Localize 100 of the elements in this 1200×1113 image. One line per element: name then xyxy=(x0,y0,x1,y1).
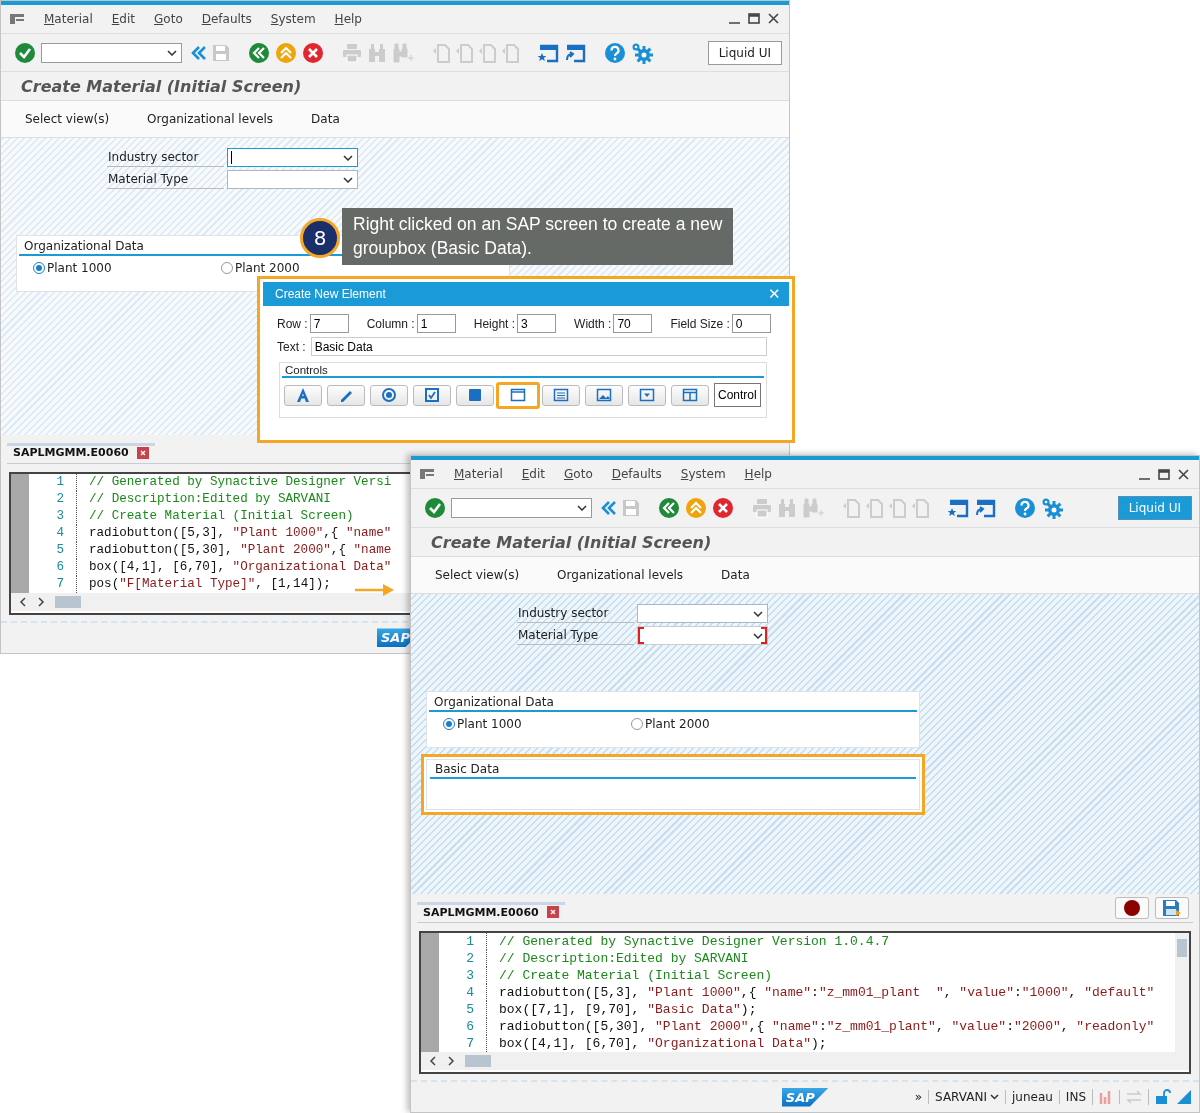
menu-item[interactable]: Defaults xyxy=(611,467,662,481)
menu-item[interactable]: System xyxy=(270,11,316,26)
checkbox-tool-button[interactable] xyxy=(413,384,451,406)
expand-status[interactable]: » xyxy=(914,1090,923,1104)
maximize-icon[interactable] xyxy=(1158,468,1170,480)
toolbar-button[interactable]: Select view(s) xyxy=(425,565,530,585)
command-field[interactable] xyxy=(41,42,182,63)
input-field[interactable]: 3 xyxy=(517,314,557,333)
help-icon[interactable] xyxy=(1014,497,1036,519)
code-line: radiobutton([5,3], "Plant 1000",{ "name" xyxy=(88,526,392,541)
cancel-icon[interactable] xyxy=(712,497,734,519)
screen-title: Create Material (Initial Screen) xyxy=(21,76,302,96)
scroll-right-icon[interactable] xyxy=(37,597,45,607)
file-tab[interactable]: SAPLMGMM.E0060 xyxy=(423,905,539,919)
input-field[interactable]: 7 xyxy=(309,314,349,333)
scroll-left-icon[interactable] xyxy=(429,1056,437,1066)
list-tool-button[interactable] xyxy=(542,384,580,406)
dropdown-field[interactable] xyxy=(227,169,358,189)
groupbox-tool-button[interactable] xyxy=(496,381,540,409)
window-arrow-icon[interactable] xyxy=(564,42,586,63)
code-editor[interactable] xyxy=(419,931,1191,1074)
cancel-icon[interactable] xyxy=(302,41,324,64)
radio-button[interactable]: Plant 2000 xyxy=(631,717,819,731)
caret-icon xyxy=(577,505,587,511)
square-tool-button[interactable] xyxy=(456,384,494,406)
field-label: Height : xyxy=(473,316,516,331)
vertical-scrollbar[interactable] xyxy=(1175,933,1189,1052)
text-input-field[interactable]: Basic Data xyxy=(310,337,767,356)
menu-item[interactable]: Goto xyxy=(154,11,183,26)
liquid-ui-button[interactable]: Liquid UI xyxy=(707,40,782,65)
close-icon[interactable] xyxy=(136,447,149,459)
scrollbar-thumb[interactable] xyxy=(465,1055,491,1067)
control-button[interactable]: Control xyxy=(714,383,761,407)
pen-tool-button[interactable] xyxy=(327,384,365,406)
radio-circle-icon[interactable] xyxy=(33,261,45,274)
unlock-icon[interactable] xyxy=(1148,1089,1171,1105)
window-arrow-icon[interactable] xyxy=(974,498,996,518)
window-star-icon[interactable] xyxy=(537,42,559,63)
menu-item[interactable]: Help xyxy=(334,11,362,26)
record-button[interactable] xyxy=(1115,897,1149,919)
toolbar-button[interactable]: Organizational levels xyxy=(137,108,284,129)
dropdown-field[interactable] xyxy=(637,604,768,623)
list-icon xyxy=(553,387,569,403)
dropdown-field[interactable] xyxy=(227,147,358,167)
save-icon xyxy=(212,43,230,62)
radio-circle-icon[interactable] xyxy=(221,261,233,274)
save-icon xyxy=(622,499,640,517)
settings-icon[interactable] xyxy=(1041,497,1063,519)
back-icon[interactable] xyxy=(248,41,270,64)
toolbar-button[interactable]: Organizational levels xyxy=(547,565,694,585)
double-chevron-icon[interactable] xyxy=(191,44,207,61)
radio-circle-icon[interactable] xyxy=(631,718,643,730)
resize-grip-icon[interactable] xyxy=(1177,1090,1191,1104)
group-title: Organizational Data xyxy=(433,694,555,710)
scroll-left-icon[interactable] xyxy=(19,597,27,607)
menu-icon[interactable] xyxy=(419,468,435,480)
input-mode: INS xyxy=(1058,1090,1086,1104)
page-icon xyxy=(888,498,906,518)
settings-icon[interactable] xyxy=(631,41,653,64)
back-icon[interactable] xyxy=(658,497,680,519)
window-star-icon[interactable] xyxy=(947,498,969,518)
menu-item[interactable]: Edit xyxy=(111,11,135,26)
menu-item[interactable]: Defaults xyxy=(201,11,252,26)
close-icon[interactable] xyxy=(1178,468,1189,480)
radio-button[interactable]: Plant 1000 xyxy=(33,260,221,275)
file-tab[interactable]: SAPLMGMM.E0060 xyxy=(13,446,129,460)
help-icon[interactable] xyxy=(604,41,626,64)
table-tool-button[interactable] xyxy=(671,384,709,406)
system-dropdown[interactable]: SARVANI xyxy=(928,1090,999,1104)
command-field[interactable] xyxy=(451,498,592,518)
radio-button[interactable]: Plant 1000 xyxy=(443,717,631,731)
input-field[interactable]: 0 xyxy=(731,314,771,333)
check-icon[interactable] xyxy=(14,41,36,64)
menu-item[interactable]: Help xyxy=(744,467,772,481)
check-icon[interactable] xyxy=(424,497,446,519)
menu-item[interactable]: Edit xyxy=(521,467,545,481)
text-tool-button[interactable] xyxy=(284,384,322,406)
caret-icon xyxy=(989,1094,999,1100)
toolbar-button[interactable]: Select view(s) xyxy=(15,108,120,129)
image-tool-button[interactable] xyxy=(585,384,623,406)
maximize-icon[interactable] xyxy=(748,13,760,25)
menu-item[interactable]: Material xyxy=(44,11,93,26)
scrollbar-thumb[interactable] xyxy=(55,596,81,608)
close-icon[interactable] xyxy=(546,906,559,918)
dropdown-tool-button[interactable] xyxy=(628,384,666,406)
radio-tool-button[interactable] xyxy=(370,384,408,406)
dropdown-field[interactable] xyxy=(637,626,768,645)
radio-circle-icon[interactable] xyxy=(443,718,455,730)
toolbar-button[interactable]: Data xyxy=(711,565,760,585)
menu-item[interactable]: Goto xyxy=(564,467,593,481)
scroll-right-icon[interactable] xyxy=(447,1056,455,1066)
toolbar-button[interactable]: Data xyxy=(301,108,350,129)
input-field[interactable]: 70 xyxy=(613,314,653,333)
menu-icon[interactable] xyxy=(9,12,25,25)
save-button[interactable] xyxy=(1155,897,1189,919)
double-chevron-icon[interactable] xyxy=(601,500,617,516)
menu-item[interactable]: System xyxy=(680,467,726,481)
menu-item[interactable]: Material xyxy=(454,467,503,481)
input-field[interactable]: 1 xyxy=(416,314,456,333)
close-icon[interactable] xyxy=(768,13,779,25)
